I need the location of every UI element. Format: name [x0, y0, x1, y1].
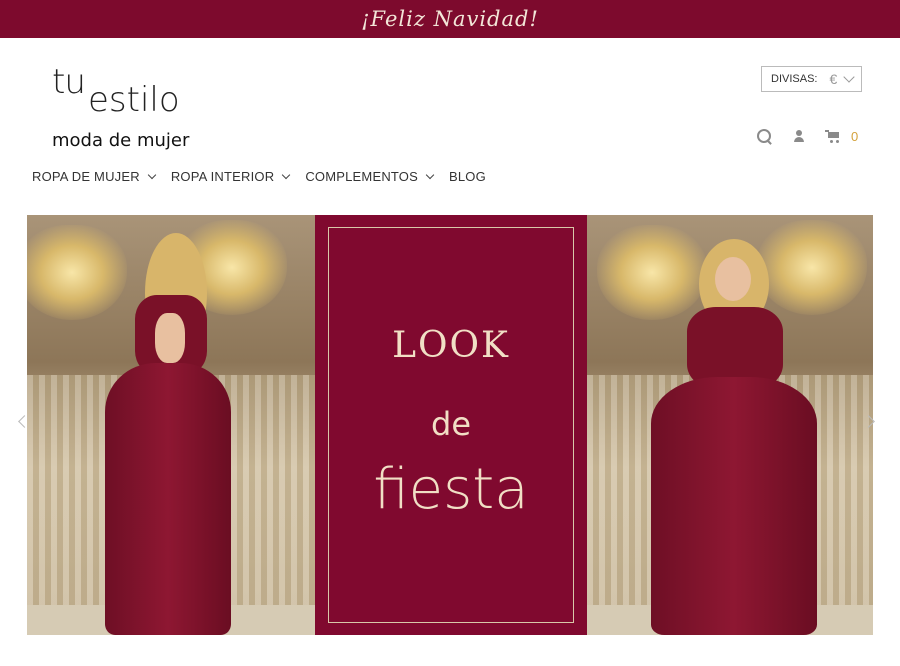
- chevron-down-icon: [425, 170, 435, 179]
- model-back: [155, 313, 185, 363]
- main-nav: ROPA DE MUJER ROPA INTERIOR COMPLEMENTOS…: [32, 166, 502, 186]
- nav-item-blog[interactable]: BLOG: [449, 169, 486, 184]
- banner-text-panel: LOOK de fiesta: [315, 215, 587, 635]
- header-icons: 0: [757, 126, 858, 146]
- chevron-down-icon: [843, 71, 855, 83]
- model-face: [715, 257, 751, 301]
- banner-photo-right: [587, 215, 873, 635]
- site-logo[interactable]: tu estilo moda de mujer: [50, 62, 250, 152]
- user-icon[interactable]: [793, 129, 805, 143]
- currency-label: DIVISAS:: [771, 73, 818, 85]
- chandelier-decoration: [27, 225, 127, 320]
- nav-item-label: COMPLEMENTOS: [305, 168, 418, 184]
- chevron-down-icon: [282, 170, 291, 179]
- chandelier-decoration: [757, 220, 867, 315]
- search-icon[interactable]: [757, 129, 771, 143]
- nav-item-label: ROPA DE MUJER: [32, 168, 140, 184]
- nav-item-ropa-interior[interactable]: ROPA INTERIOR: [170, 168, 291, 184]
- hero-banner[interactable]: LOOK de fiesta: [27, 215, 873, 635]
- currency-value: €: [829, 71, 838, 87]
- model-dress: [651, 377, 817, 635]
- cart-icon[interactable]: [825, 129, 841, 143]
- nav-item-label: ROPA INTERIOR: [170, 168, 275, 184]
- nav-item-complementos[interactable]: COMPLEMENTOS: [305, 168, 435, 184]
- banner-title-fiesta: fiesta: [373, 457, 529, 522]
- banner-photo-left: [27, 215, 315, 635]
- model-dress: [105, 363, 231, 635]
- nav-item-label: BLOG: [449, 168, 486, 184]
- logo-tagline: moda de mujer: [52, 130, 190, 151]
- logo-text-estilo: estilo: [88, 80, 180, 120]
- banner-title-look: LOOK: [392, 325, 510, 366]
- logo-text-tu: tu: [52, 62, 86, 102]
- chevron-down-icon: [147, 170, 157, 179]
- currency-selector[interactable]: DIVISAS: €: [761, 66, 862, 92]
- announcement-text: ¡Feliz Navidad!: [361, 7, 539, 31]
- announcement-bar: ¡Feliz Navidad!: [0, 0, 900, 38]
- nav-item-ropa-de-mujer[interactable]: ROPA DE MUJER: [32, 168, 157, 184]
- chandelier-decoration: [597, 225, 707, 320]
- banner-title-de: de: [431, 405, 471, 443]
- cart-count[interactable]: 0: [851, 129, 858, 144]
